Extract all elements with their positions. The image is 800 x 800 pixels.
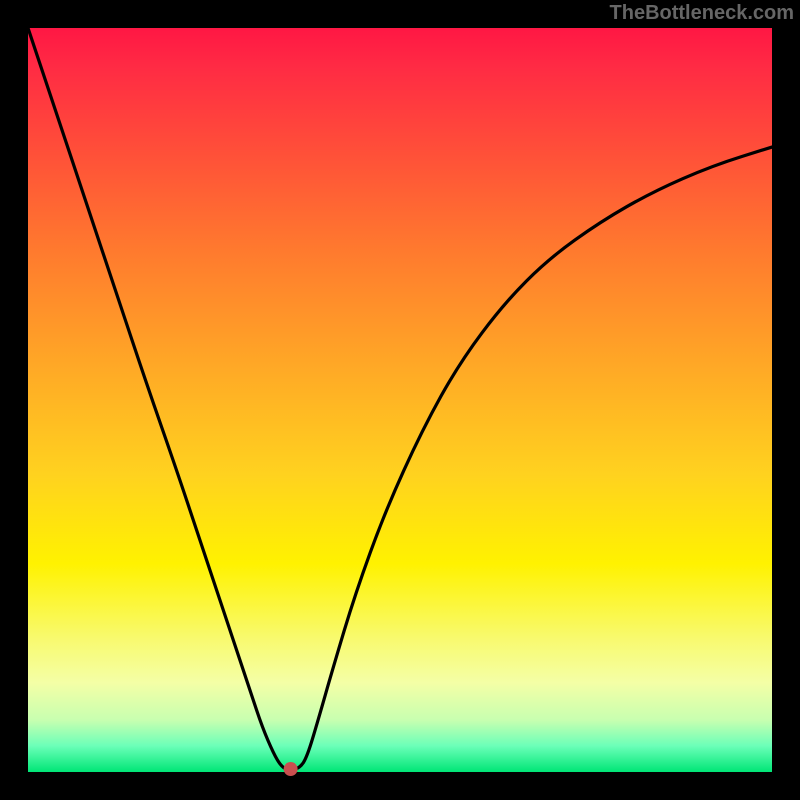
chart-frame: TheBottleneck.com <box>0 0 800 800</box>
optimal-marker <box>284 762 298 776</box>
bottleneck-chart <box>0 0 800 800</box>
watermark-text: TheBottleneck.com <box>610 2 794 25</box>
plot-background <box>28 28 772 772</box>
